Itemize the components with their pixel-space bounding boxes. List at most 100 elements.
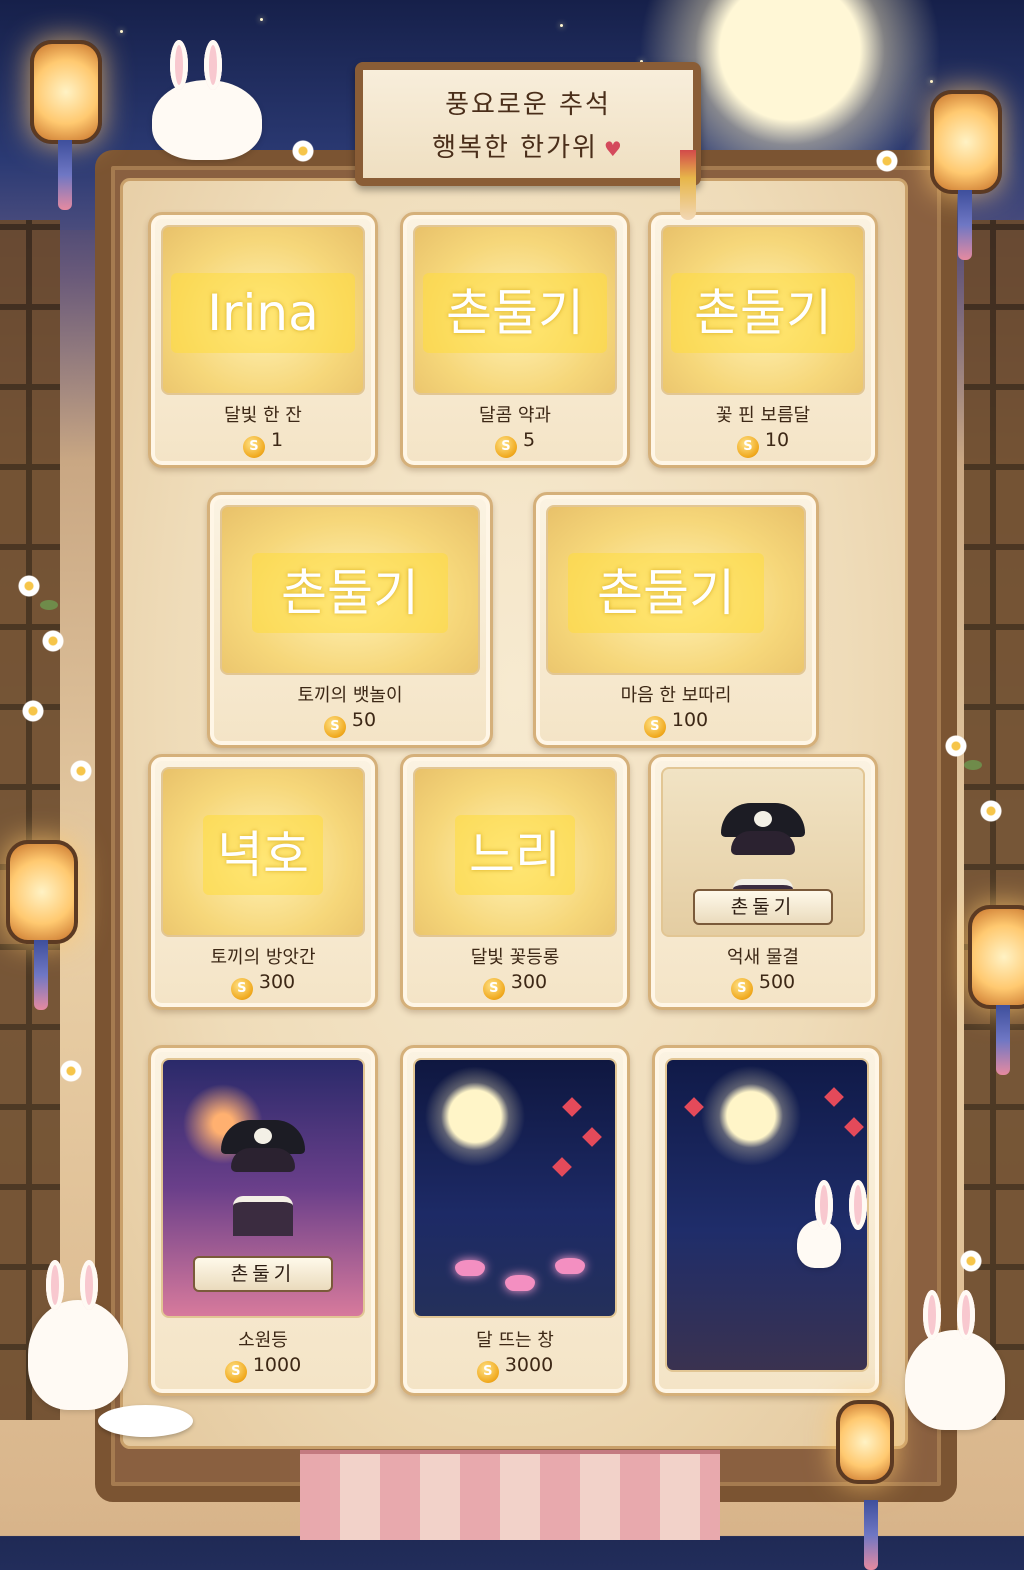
name-scroll: 촌둘기 bbox=[693, 889, 833, 925]
coin-icon: S bbox=[224, 1361, 247, 1383]
maple-leaf bbox=[824, 1087, 844, 1107]
wish-lantern-art: 촌둘기 bbox=[161, 1058, 365, 1318]
tassel-icon bbox=[680, 150, 696, 220]
shop-item-card[interactable]: 달 뜨는 창 S 3000 bbox=[400, 1045, 630, 1396]
item-name: 토끼의 방앗간 bbox=[210, 947, 316, 968]
shop-item-card[interactable]: 촌둘기 토끼의 뱃놀이 S 50 bbox=[207, 492, 493, 748]
lantern-icon bbox=[836, 1400, 894, 1570]
lantern-icon bbox=[6, 840, 78, 1010]
shop-item-card[interactable]: 촌둘기 마음 한 보따리 S 100 bbox=[533, 492, 819, 748]
flower-moon-art: 촌둘기 bbox=[661, 225, 865, 395]
shop-item-card[interactable]: Irina 달빛 한 잔 S1 bbox=[148, 212, 378, 468]
item-price: S 300 bbox=[151, 971, 375, 1000]
name-overlay: 촌둘기 bbox=[568, 553, 764, 633]
lotus-icon bbox=[555, 1258, 585, 1274]
star bbox=[260, 18, 263, 21]
leaf bbox=[964, 760, 982, 770]
flower-lantern-art: 느리 bbox=[413, 767, 617, 937]
name-overlay: 촌둘기 bbox=[252, 553, 448, 633]
moon-window-art bbox=[413, 1058, 617, 1318]
name-overlay: 느리 bbox=[455, 815, 575, 895]
item-price: S 3000 bbox=[403, 1354, 627, 1383]
left-lattice-window bbox=[0, 220, 60, 1420]
coin-icon: S bbox=[643, 716, 666, 738]
item-price: S 500 bbox=[651, 971, 875, 1000]
flower-icon bbox=[60, 1060, 82, 1082]
skull-icon bbox=[754, 811, 772, 827]
flower-icon bbox=[22, 700, 44, 722]
skull-icon bbox=[254, 1128, 272, 1144]
pirate-art: 촌둘기 bbox=[661, 767, 865, 937]
lotus-icon bbox=[455, 1260, 485, 1276]
shop-item-card[interactable] bbox=[652, 1045, 882, 1396]
lantern-icon bbox=[968, 905, 1024, 1075]
shop-item-card[interactable]: 녁호 토끼의 방앗간 S 300 bbox=[148, 754, 378, 1010]
star bbox=[930, 80, 933, 83]
shop-item-card[interactable]: 느리 달빛 꽃등롱 S 300 bbox=[400, 754, 630, 1010]
item-price: S 50 bbox=[210, 709, 490, 738]
shop-item-card[interactable]: 촌둘기 꽃 핀 보름달 S 10 bbox=[648, 212, 878, 468]
name-overlay: Irina bbox=[171, 273, 355, 353]
floor-carpet bbox=[300, 1450, 720, 1540]
coin-icon: S bbox=[482, 978, 505, 1000]
item-name: 토끼의 뱃놀이 bbox=[297, 685, 403, 706]
name-overlay: 촌둘기 bbox=[423, 273, 607, 353]
item-price: S5 bbox=[403, 429, 627, 458]
title-banner: 풍요로운 추석 행복한 한가위 ♥ bbox=[355, 62, 701, 186]
banner-line-1: 풍요로운 추석 bbox=[445, 90, 611, 120]
gift-box-art: 촌둘기 bbox=[546, 505, 806, 675]
lantern-icon bbox=[930, 90, 1002, 260]
flower-icon bbox=[292, 140, 314, 162]
leaf bbox=[40, 600, 58, 610]
pirate-character bbox=[221, 1120, 305, 1236]
flower-icon bbox=[980, 800, 1002, 822]
item-name: 달콤 약과 bbox=[479, 405, 551, 426]
maple-leaf bbox=[844, 1117, 864, 1137]
item-name: 달빛 꽃등롱 bbox=[470, 947, 560, 968]
rabbit-mill-art: 녁호 bbox=[161, 767, 365, 937]
flower-icon bbox=[876, 150, 898, 172]
flower-icon bbox=[70, 760, 92, 782]
star bbox=[560, 24, 563, 27]
item-price: S 10 bbox=[651, 429, 875, 458]
pirate-hair bbox=[231, 1148, 295, 1172]
flower-icon bbox=[18, 575, 40, 597]
item-price: S 1000 bbox=[151, 1354, 375, 1383]
yakgwa-art: 촌둘기 bbox=[413, 225, 617, 395]
heart-icon: ♥ bbox=[603, 137, 624, 161]
shop-item-card[interactable]: 촌둘기 달콤 약과 S5 bbox=[400, 212, 630, 468]
item-name: 꽃 핀 보름달 bbox=[715, 405, 811, 426]
moon-bridge-art bbox=[665, 1058, 869, 1372]
pirate-body bbox=[233, 1196, 293, 1236]
flower-icon bbox=[42, 630, 64, 652]
songpyeon-plate bbox=[98, 1405, 193, 1437]
rabbit-icon bbox=[28, 1260, 128, 1410]
shop-item-card[interactable]: 촌둘기 소원등 S 1000 bbox=[148, 1045, 378, 1396]
name-overlay: 촌둘기 bbox=[671, 273, 855, 353]
item-name: 마음 한 보따리 bbox=[620, 685, 732, 706]
lantern-icon bbox=[30, 40, 102, 210]
coin-icon: S bbox=[242, 436, 265, 458]
name-scroll: 촌둘기 bbox=[193, 1256, 333, 1292]
rabbit-boat-art: 촌둘기 bbox=[220, 505, 480, 675]
shop-item-card[interactable]: 촌둘기 억새 물결 S 500 bbox=[648, 754, 878, 1010]
rabbit-icon bbox=[152, 40, 262, 160]
banner-line-2: 행복한 한가위 bbox=[432, 133, 598, 163]
item-name: 억새 물결 bbox=[727, 947, 799, 968]
item-price: S1 bbox=[151, 429, 375, 458]
lotus-icon bbox=[505, 1275, 535, 1291]
name-overlay: 녁호 bbox=[203, 815, 323, 895]
flower-icon bbox=[945, 735, 967, 757]
item-price: S 100 bbox=[536, 709, 816, 738]
pirate-hair bbox=[731, 831, 795, 855]
item-name: 달 뜨는 창 bbox=[476, 1330, 554, 1351]
item-name: 소원등 bbox=[238, 1330, 288, 1351]
moon-cup-art: Irina bbox=[161, 225, 365, 395]
coin-icon: S bbox=[730, 978, 753, 1000]
coin-icon: S bbox=[494, 436, 517, 458]
rabbit-icon bbox=[905, 1290, 1005, 1430]
coin-icon: S bbox=[736, 436, 759, 458]
rabbit-icon bbox=[797, 1180, 867, 1268]
maple-leaf bbox=[582, 1127, 602, 1147]
coin-icon: S bbox=[230, 978, 253, 1000]
